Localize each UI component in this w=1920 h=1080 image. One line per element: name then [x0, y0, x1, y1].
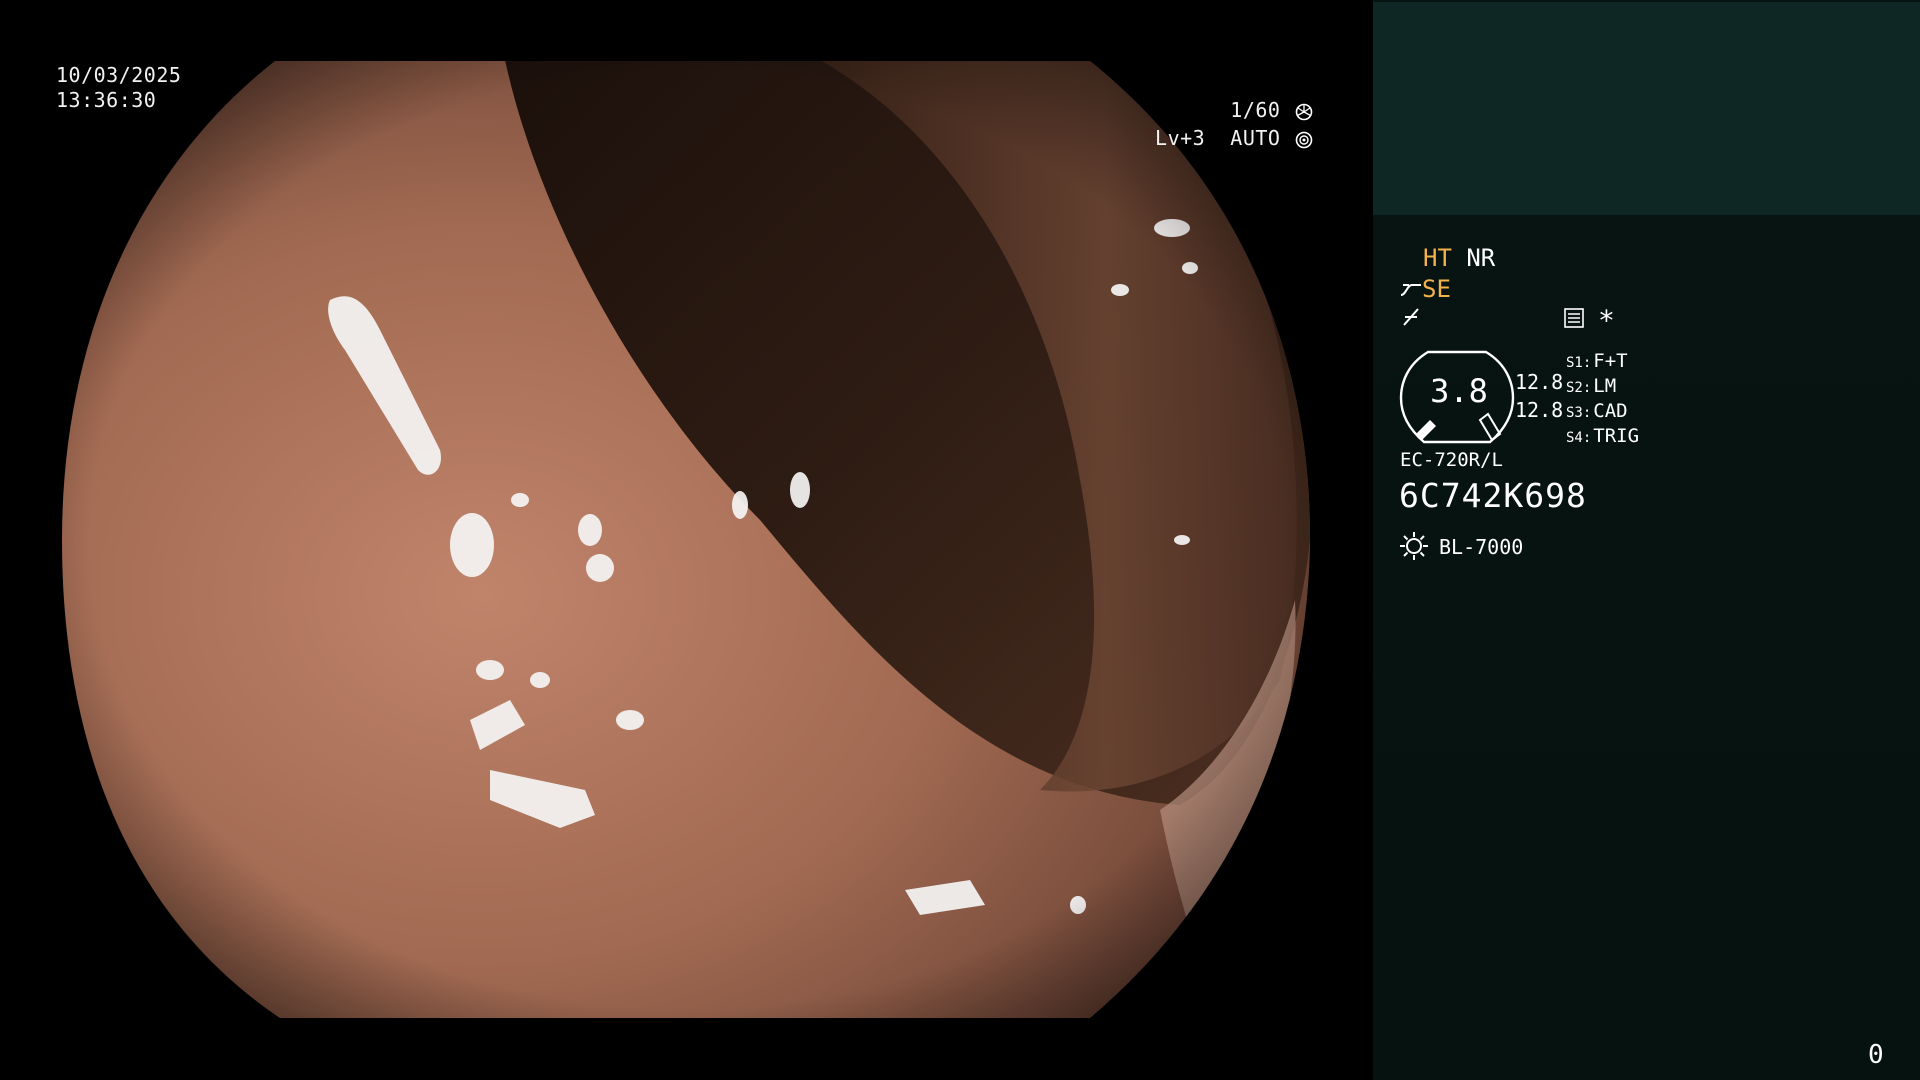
exposure-value: Lv+3 AUTO — [1155, 126, 1281, 150]
frame-counter: 0 — [1868, 1040, 1884, 1070]
curve-icon — [1400, 284, 1421, 296]
gauge-value: 3.8 — [1430, 372, 1488, 410]
enhancement-label: SE — [1422, 275, 1451, 303]
info-panel: HT NR SE * 3.8 12.8 12.8 S1: F+T S2: LM S3… — [1373, 0, 1920, 1080]
switch-list: S1: F+T S2: LM S3: CAD S4: TRIG — [1566, 350, 1639, 450]
switch-label: CAD — [1593, 400, 1628, 422]
switch-key: S1: — [1566, 355, 1592, 371]
switch-key: S4: — [1566, 430, 1592, 446]
menu-list-icon — [1563, 307, 1585, 333]
sun-icon — [1400, 532, 1428, 560]
endoscope-view: 10/03/2025 13:36:30 1/60 Lv+3 AUTO — [0, 0, 1373, 1080]
switch-key: S2: — [1566, 380, 1592, 396]
time-readout: 13:36:30 — [56, 88, 157, 112]
shutter-value: 1/60 — [1230, 98, 1281, 122]
switch-label: LM — [1593, 375, 1617, 397]
mode-row: HT NR — [1423, 244, 1495, 272]
scope-serial: 6C742K698 — [1399, 476, 1587, 515]
status-star: * — [1598, 304, 1615, 337]
shutter-readout: 1/60 — [1230, 98, 1313, 123]
pen-row — [1401, 306, 1423, 332]
enhancement-row: SE — [1400, 275, 1451, 303]
switch-row: S2: LM — [1566, 375, 1639, 400]
readout-bottom: 12.8 — [1515, 398, 1564, 422]
switch-key: S3: — [1566, 405, 1592, 421]
readout-top: 12.8 — [1515, 370, 1564, 394]
switch-label: F+T — [1593, 350, 1628, 372]
date-readout: 10/03/2025 — [56, 63, 182, 87]
mode-nr-label: NR — [1466, 244, 1496, 272]
switch-label: TRIG — [1593, 425, 1640, 447]
mode-ht-label: HT — [1423, 244, 1452, 272]
switch-row: S4: TRIG — [1566, 425, 1639, 450]
scope-model: EC-720R/L — [1400, 449, 1503, 471]
panel-header-area — [1373, 2, 1920, 215]
exposure-readout: Lv+3 AUTO — [1155, 126, 1313, 151]
endoscopic-image — [62, 61, 1311, 1018]
pen-icon — [1403, 308, 1419, 326]
lens-icon — [1295, 131, 1313, 148]
aperture-icon — [1295, 103, 1313, 120]
light-source-label: BL-7000 — [1439, 535, 1524, 559]
switch-row: S3: CAD — [1566, 400, 1639, 425]
switch-row: S1: F+T — [1566, 350, 1639, 375]
light-source-row: BL-7000 — [1398, 530, 1523, 566]
